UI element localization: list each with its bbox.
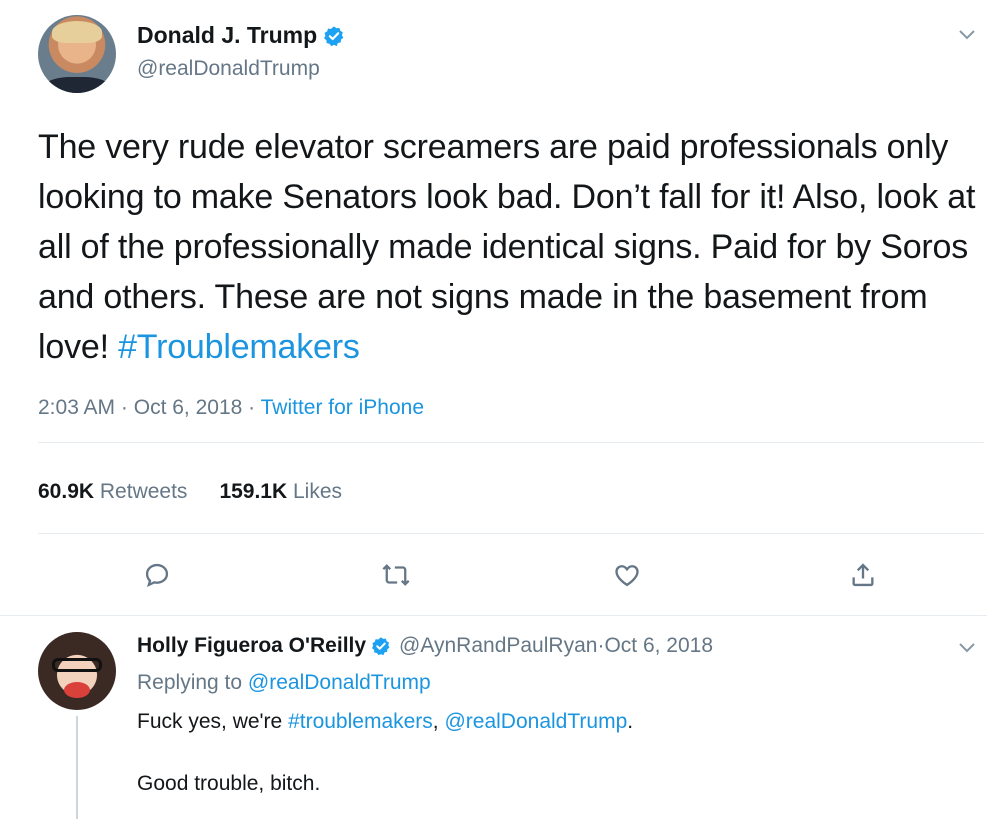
reply-line-1: Fuck yes, we're #troublemakers, @realDon… xyxy=(137,706,633,738)
author-display-name[interactable]: Donald J. Trump xyxy=(137,22,317,49)
likes-count: 159.1K xyxy=(219,480,288,503)
divider xyxy=(38,442,984,443)
tweet-actions xyxy=(0,557,987,593)
retweets-count: 60.9K xyxy=(38,480,95,503)
hashtag-link[interactable]: #Troublemakers xyxy=(118,328,360,366)
verified-badge-icon xyxy=(371,636,391,656)
reply-icon[interactable] xyxy=(139,557,175,593)
replying-to-link[interactable]: @realDonaldTrump xyxy=(248,671,431,694)
reply-mention-link[interactable]: @realDonaldTrump xyxy=(444,710,627,733)
reply-date[interactable]: Oct 6, 2018 xyxy=(604,634,713,658)
reply-text-prefix: Fuck yes, we're xyxy=(137,710,289,733)
replying-label: Replying to xyxy=(137,671,248,694)
meta-separator: · xyxy=(115,396,134,419)
reply-text-mid: , xyxy=(432,710,445,733)
reply-separator: · xyxy=(597,634,605,657)
tweet-stats: 60.9K Retweets 159.1K Likes xyxy=(38,480,342,504)
thread-line xyxy=(76,716,78,819)
divider xyxy=(38,533,984,534)
retweets-stat[interactable]: 60.9K Retweets xyxy=(38,480,187,504)
author-name-row[interactable]: Donald J. Trump xyxy=(137,22,345,49)
tweet-meta: 2:03 AM · Oct 6, 2018 · Twitter for iPho… xyxy=(38,396,424,420)
like-icon[interactable] xyxy=(609,557,645,593)
meta-separator: · xyxy=(242,396,261,419)
chevron-down-icon[interactable] xyxy=(958,641,976,653)
reply-author-name[interactable]: Holly Figueroa O'Reilly xyxy=(137,634,366,658)
author-avatar[interactable] xyxy=(38,15,116,93)
tweet-date[interactable]: Oct 6, 2018 xyxy=(134,396,243,419)
reply-header: Holly Figueroa O'Reilly @AynRandPaulRyan… xyxy=(137,634,713,658)
reply-text-suffix: . xyxy=(627,710,634,733)
reply-line-2: Good trouble, bitch. xyxy=(137,772,321,795)
replying-to: Replying to @realDonaldTrump xyxy=(137,671,431,695)
retweets-label: Retweets xyxy=(99,480,188,503)
share-icon[interactable] xyxy=(845,557,881,593)
divider xyxy=(0,615,987,616)
reply-author-handle[interactable]: @AynRandPaulRyan xyxy=(399,634,597,658)
verified-badge-icon xyxy=(323,25,345,47)
reply-author-avatar[interactable] xyxy=(38,632,116,710)
likes-stat[interactable]: 159.1K Likes xyxy=(219,480,342,504)
tweet-body: The very rude elevator screamers are pai… xyxy=(38,122,983,372)
tweet-source-link[interactable]: Twitter for iPhone xyxy=(261,396,424,419)
reply-hashtag-link[interactable]: #troublemakers xyxy=(288,710,433,733)
retweet-icon[interactable] xyxy=(378,557,414,593)
likes-label: Likes xyxy=(293,480,343,503)
author-handle[interactable]: @realDonaldTrump xyxy=(137,57,320,81)
reply-body: Fuck yes, we're #troublemakers, @realDon… xyxy=(137,706,633,800)
chevron-down-icon[interactable] xyxy=(958,28,976,40)
tweet-time[interactable]: 2:03 AM xyxy=(38,396,115,419)
